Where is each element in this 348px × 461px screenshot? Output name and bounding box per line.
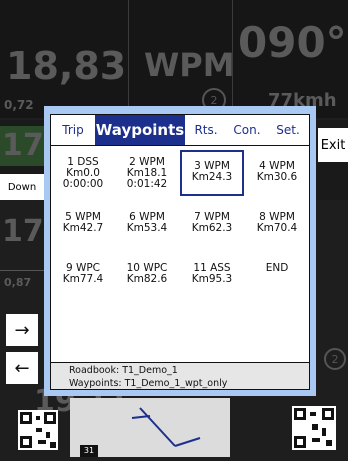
exit-label: Exit [320,137,346,153]
waypoint-name: END [265,262,289,274]
arrow-right-icon: → [14,319,30,341]
right-circle-badge[interactable]: 2 [324,348,346,370]
waypoint-distance: Km95.3 [191,273,233,285]
tab-routes-label: Rts. [194,123,218,137]
waypoint-cell[interactable]: 10 WPC Km82.6 [115,263,179,303]
arrow-left-button[interactable]: ← [6,352,38,384]
speed-value: 18,83 [6,44,127,88]
tab-settings-label: Set. [276,123,300,137]
tab-settings[interactable]: Set. [267,115,309,145]
tab-waypoints[interactable]: Waypoints [95,115,185,145]
tab-trip[interactable]: Trip [51,115,95,145]
dialog-tab-bar: Trip Waypoints Rts. Con. Set. [51,115,309,146]
waypoint-distance: Km24.3 [191,171,233,183]
arrow-right-button[interactable]: → [6,314,38,346]
waypoint-cell[interactable]: 4 WPM Km30.6 [245,154,309,201]
row2-value: 17 [2,128,44,163]
down-label: Down [7,181,37,193]
circle-badge-label: 2 [210,93,218,107]
tab-connections-label: Con. [233,123,261,137]
exit-button[interactable]: Exit [318,128,348,162]
arrow-left-icon: ← [14,357,30,379]
waypoints-dialog: Trip Waypoints Rts. Con. Set. 1 DSS Km0.… [44,106,316,396]
tab-connections[interactable]: Con. [227,115,267,145]
small-left-value: 0,72 [4,98,34,112]
map-view: 31 [70,398,230,457]
map-badge-label: 31 [83,446,95,455]
waypoint-cell[interactable]: 7 WPM Km62.3 [180,212,244,252]
waypoint-distance: Km30.6 [256,171,298,183]
waypoint-cell[interactable]: 9 WPC Km77.4 [51,263,115,303]
waypoint-distance: Km77.4 [62,273,104,285]
waypoint-cell-selected[interactable]: 3 WPM Km24.3 [180,150,244,196]
row3-value: 17 [2,214,44,249]
waypoint-time: 0:01:42 [126,178,168,190]
qr-pattern-icon [20,412,56,448]
waypoint-cell[interactable]: 6 WPM Km53.4 [115,212,179,252]
waypoint-distance: Km53.4 [126,222,168,234]
wpm-label: WPM [144,46,235,84]
waypoint-cell[interactable]: 11 ASS Km95.3 [180,263,244,303]
tab-trip-label: Trip [62,123,84,137]
waypoint-distance: Km70.4 [256,222,298,234]
waypoint-distance: Km82.6 [126,273,168,285]
qr-code-right-icon [292,406,336,450]
row3-small-value: 0,87 [4,276,32,289]
waypoint-grid: 1 DSS Km0.0 0:00:00 2 WPM Km18.1 0:01:42… [51,146,309,363]
tab-waypoints-label: Waypoints [95,121,185,139]
row-divider [0,270,44,271]
dialog-panel: Trip Waypoints Rts. Con. Set. 1 DSS Km0.… [50,114,310,390]
waypoint-distance: Km42.7 [62,222,104,234]
waypoint-distance: Km62.3 [191,222,233,234]
qr-pattern-icon [294,408,334,448]
waypoint-cell[interactable]: 5 WPM Km42.7 [51,212,115,252]
right-circle-badge-label: 2 [331,352,339,366]
map-badge: 31 [80,445,98,457]
dialog-footer: Roadbook: T1_Demo_1 Waypoints: T1_Demo_1… [51,363,309,389]
roadbook-info: Roadbook: T1_Demo_1 [69,365,178,376]
tab-routes[interactable]: Rts. [185,115,227,145]
waypoints-file-info: Waypoints: T1_Demo_1_wpt_only [69,378,228,389]
waypoint-cell[interactable]: 8 WPM Km70.4 [245,212,309,252]
waypoint-cell-end[interactable]: END [245,263,309,303]
waypoint-time: 0:00:00 [62,178,104,190]
waypoint-cell[interactable]: 2 WPM Km18.1 0:01:42 [115,154,179,197]
qr-code-left-icon [18,410,58,450]
cell-divider [128,0,129,118]
waypoint-cell[interactable]: 1 DSS Km0.0 0:00:00 [51,154,115,197]
dashboard-row-1: 18,83 WPM 090° 0,72 2 77kmh [0,0,348,118]
heading-value: 090° [238,18,347,67]
down-button[interactable]: Down [0,174,44,200]
app-screen: { "background": { "speed_value": "18,83"… [0,0,348,457]
